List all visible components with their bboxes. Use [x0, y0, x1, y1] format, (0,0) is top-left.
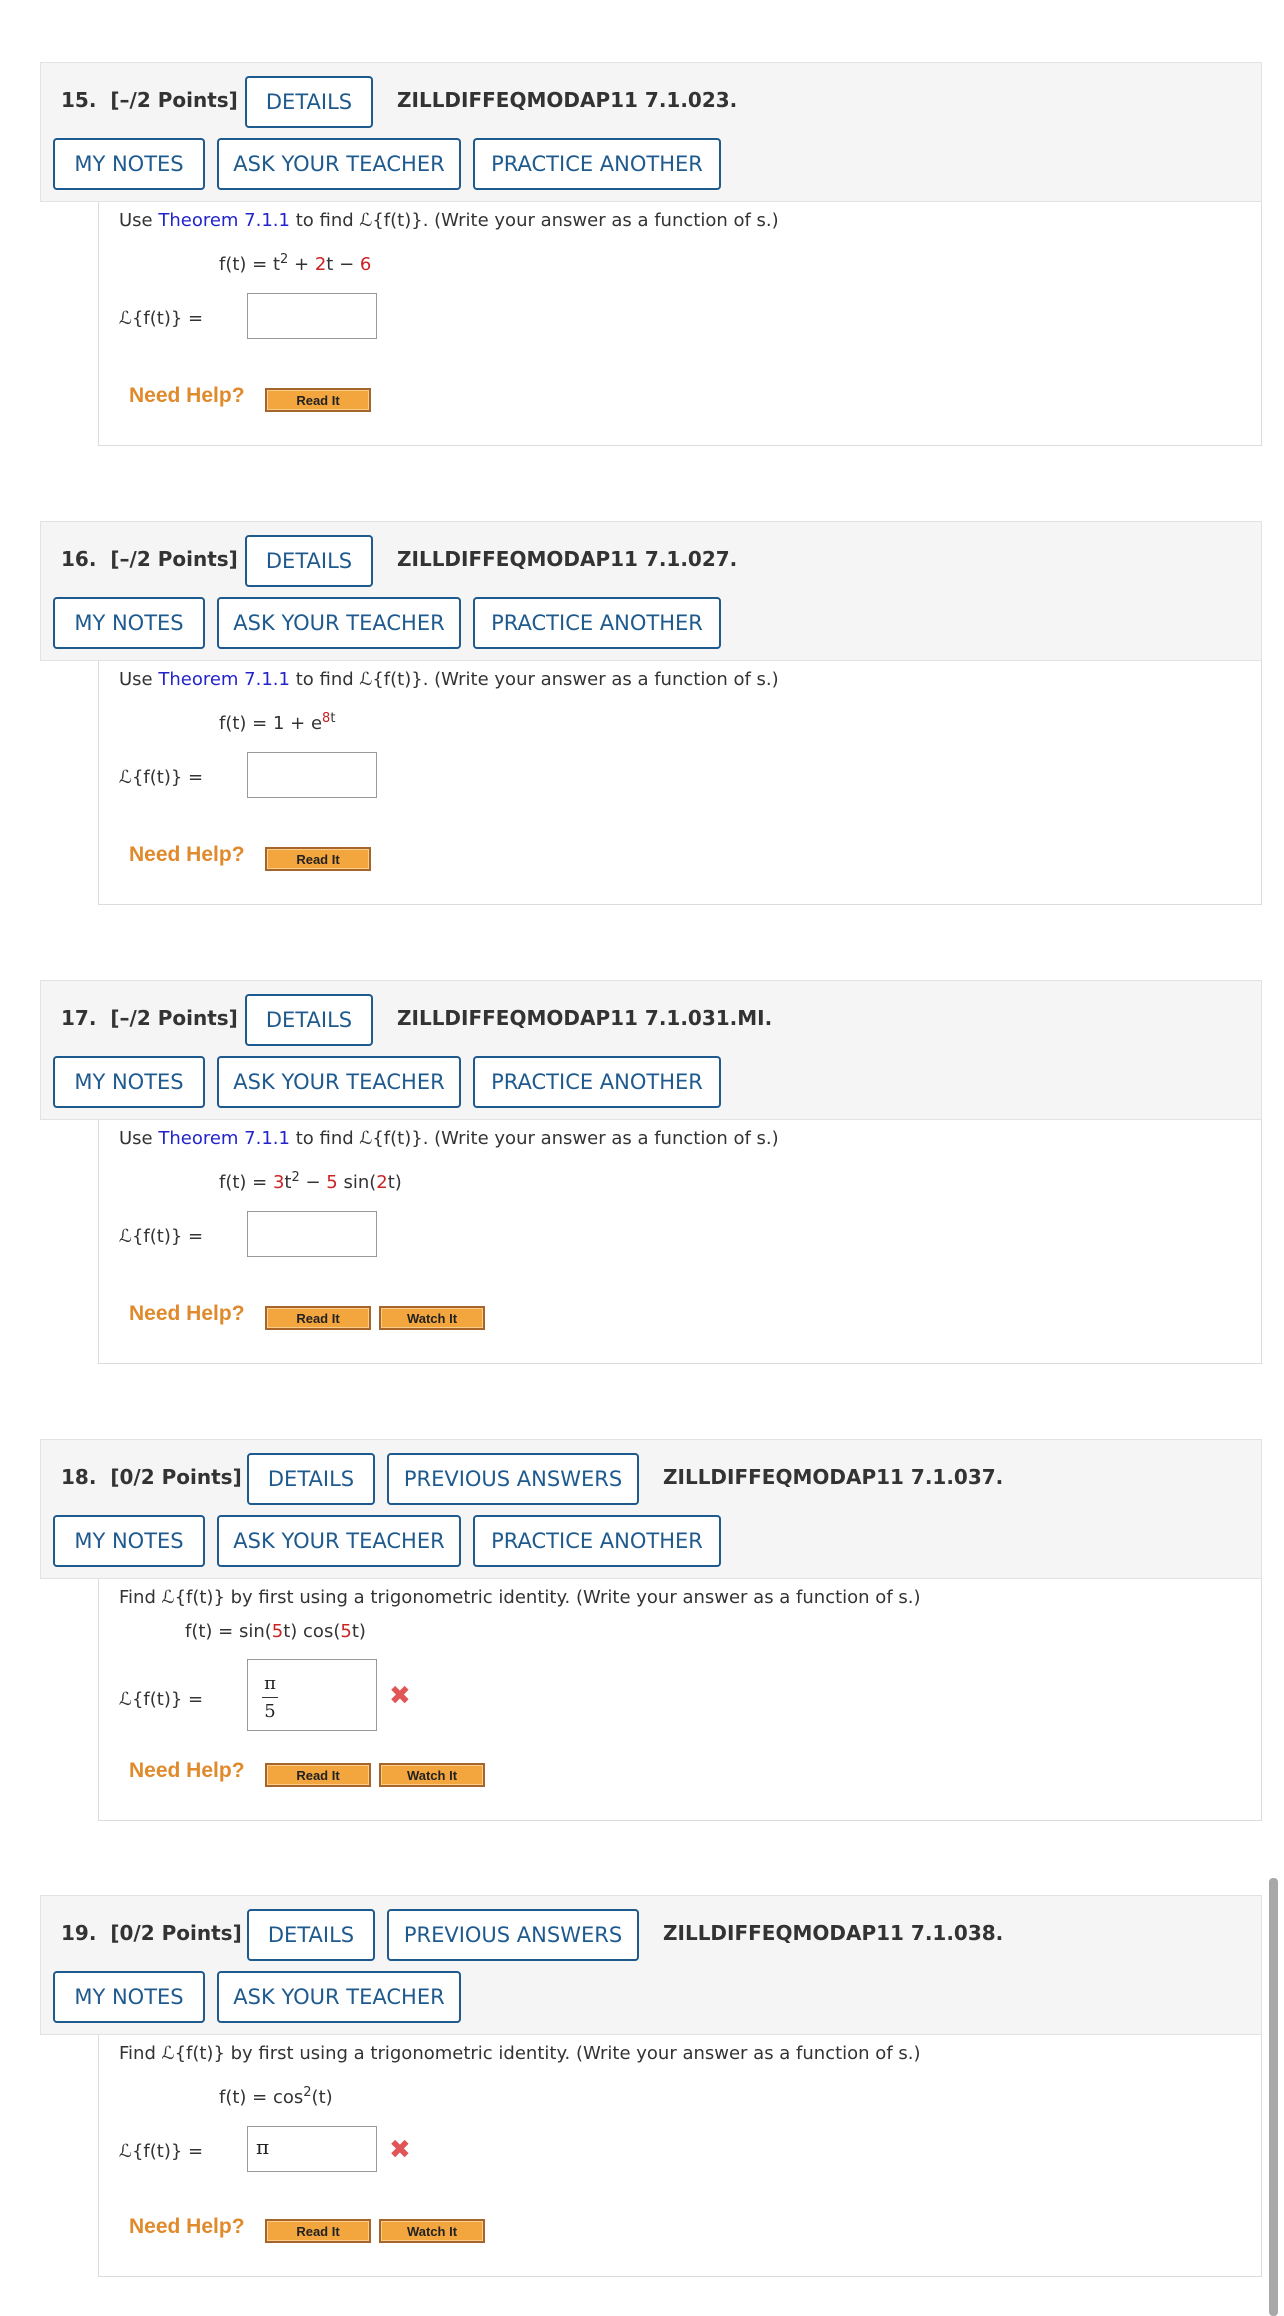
- incorrect-icon: ✖: [389, 1681, 411, 1711]
- answer-label: ℒ{f(t)} =: [119, 2141, 204, 2162]
- ask-teacher-button[interactable]: ASK YOUR TEACHER: [217, 1515, 461, 1567]
- scrollbar-thumb[interactable]: [1269, 1878, 1278, 2316]
- answer-input[interactable]: π 5: [247, 1659, 377, 1731]
- question-body: Find ℒ{f(t)} by first using a trigonomet…: [98, 2035, 1262, 2277]
- details-button[interactable]: DETAILS: [245, 535, 373, 587]
- question-prompt: Use Theorem 7.1.1 to find ℒ{f(t)}. (Writ…: [119, 210, 779, 231]
- read-it-button[interactable]: Read It: [265, 847, 371, 871]
- incorrect-icon: ✖: [389, 2135, 411, 2165]
- answer-input[interactable]: π: [247, 2126, 377, 2172]
- need-help-label: Need Help?: [129, 843, 245, 866]
- question-17: 17. [–/2 Points] DETAILS ZILLDIFFEQMODAP…: [40, 980, 1262, 1364]
- need-help-label: Need Help?: [129, 384, 245, 407]
- my-notes-button[interactable]: MY NOTES: [53, 1515, 205, 1567]
- function-formula: f(t) = 3t2 − 5 sin(2t): [219, 1170, 402, 1193]
- ask-teacher-button[interactable]: ASK YOUR TEACHER: [217, 1971, 461, 2023]
- ask-teacher-button[interactable]: ASK YOUR TEACHER: [217, 597, 461, 649]
- need-help-label: Need Help?: [129, 1759, 245, 1782]
- question-id: ZILLDIFFEQMODAP11 7.1.031.MI.: [397, 1006, 773, 1030]
- question-prompt: Use Theorem 7.1.1 to find ℒ{f(t)}. (Writ…: [119, 1128, 779, 1149]
- question-number: 18. [0/2 Points]: [61, 1465, 242, 1489]
- practice-another-button[interactable]: PRACTICE ANOTHER: [473, 597, 721, 649]
- read-it-button[interactable]: Read It: [265, 388, 371, 412]
- question-16: 16. [–/2 Points] DETAILS ZILLDIFFEQMODAP…: [40, 521, 1262, 905]
- read-it-button[interactable]: Read It: [265, 2219, 371, 2243]
- question-header: 18. [0/2 Points] DETAILS PREVIOUS ANSWER…: [40, 1439, 1262, 1579]
- details-button[interactable]: DETAILS: [247, 1909, 375, 1961]
- question-id: ZILLDIFFEQMODAP11 7.1.037.: [663, 1465, 1004, 1489]
- watch-it-button[interactable]: Watch It: [379, 2219, 485, 2243]
- question-prompt: Find ℒ{f(t)} by first using a trigonomet…: [119, 2043, 921, 2064]
- previous-answers-button[interactable]: PREVIOUS ANSWERS: [387, 1453, 639, 1505]
- my-notes-button[interactable]: MY NOTES: [53, 597, 205, 649]
- question-body: Use Theorem 7.1.1 to find ℒ{f(t)}. (Writ…: [98, 202, 1262, 446]
- theorem-link[interactable]: Theorem 7.1.1: [158, 1128, 290, 1149]
- question-19: 19. [0/2 Points] DETAILS PREVIOUS ANSWER…: [40, 1895, 1262, 2277]
- practice-another-button[interactable]: PRACTICE ANOTHER: [473, 138, 721, 190]
- read-it-button[interactable]: Read It: [265, 1306, 371, 1330]
- question-header: 17. [–/2 Points] DETAILS ZILLDIFFEQMODAP…: [40, 980, 1262, 1120]
- question-body: Use Theorem 7.1.1 to find ℒ{f(t)}. (Writ…: [98, 661, 1262, 905]
- watch-it-button[interactable]: Watch It: [379, 1763, 485, 1787]
- details-button[interactable]: DETAILS: [245, 994, 373, 1046]
- question-id: ZILLDIFFEQMODAP11 7.1.038.: [663, 1921, 1004, 1945]
- question-number: 17. [–/2 Points]: [61, 1006, 238, 1030]
- need-help-label: Need Help?: [129, 2215, 245, 2238]
- question-header: 19. [0/2 Points] DETAILS PREVIOUS ANSWER…: [40, 1895, 1262, 2035]
- function-formula: f(t) = 1 + e8t: [219, 711, 336, 734]
- theorem-link[interactable]: Theorem 7.1.1: [158, 669, 290, 690]
- details-button[interactable]: DETAILS: [247, 1453, 375, 1505]
- need-help-label: Need Help?: [129, 1302, 245, 1325]
- my-notes-button[interactable]: MY NOTES: [53, 1056, 205, 1108]
- previous-answers-button[interactable]: PREVIOUS ANSWERS: [387, 1909, 639, 1961]
- answer-label: ℒ{f(t)} =: [119, 308, 204, 329]
- question-number: 19. [0/2 Points]: [61, 1921, 242, 1945]
- question-body: Use Theorem 7.1.1 to find ℒ{f(t)}. (Writ…: [98, 1120, 1262, 1364]
- question-id: ZILLDIFFEQMODAP11 7.1.027.: [397, 547, 738, 571]
- practice-another-button[interactable]: PRACTICE ANOTHER: [473, 1515, 721, 1567]
- theorem-link[interactable]: Theorem 7.1.1: [158, 210, 290, 231]
- question-15: 15. [–/2 Points] DETAILS ZILLDIFFEQMODAP…: [40, 62, 1262, 446]
- question-number: 15. [–/2 Points]: [61, 88, 238, 112]
- answer-input[interactable]: [247, 1211, 377, 1257]
- answer-label: ℒ{f(t)} =: [119, 1226, 204, 1247]
- practice-another-button[interactable]: PRACTICE ANOTHER: [473, 1056, 721, 1108]
- watch-it-button[interactable]: Watch It: [379, 1306, 485, 1330]
- my-notes-button[interactable]: MY NOTES: [53, 1971, 205, 2023]
- details-button[interactable]: DETAILS: [245, 76, 373, 128]
- question-body: Find ℒ{f(t)} by first using a trigonomet…: [98, 1579, 1262, 1821]
- function-formula: f(t) = cos2(t): [219, 2085, 333, 2108]
- ask-teacher-button[interactable]: ASK YOUR TEACHER: [217, 138, 461, 190]
- my-notes-button[interactable]: MY NOTES: [53, 138, 205, 190]
- function-formula: f(t) = sin(5t) cos(5t): [185, 1621, 366, 1642]
- function-formula: f(t) = t2 + 2t − 6: [219, 252, 372, 275]
- answer-input[interactable]: [247, 752, 377, 798]
- question-id: ZILLDIFFEQMODAP11 7.1.023.: [397, 88, 738, 112]
- ask-teacher-button[interactable]: ASK YOUR TEACHER: [217, 1056, 461, 1108]
- read-it-button[interactable]: Read It: [265, 1763, 371, 1787]
- answer-input[interactable]: [247, 293, 377, 339]
- question-18: 18. [0/2 Points] DETAILS PREVIOUS ANSWER…: [40, 1439, 1262, 1821]
- answer-label: ℒ{f(t)} =: [119, 767, 204, 788]
- question-header: 15. [–/2 Points] DETAILS ZILLDIFFEQMODAP…: [40, 62, 1262, 202]
- answer-fraction: π 5: [262, 1673, 278, 1722]
- question-prompt: Find ℒ{f(t)} by first using a trigonomet…: [119, 1587, 921, 1608]
- question-prompt: Use Theorem 7.1.1 to find ℒ{f(t)}. (Writ…: [119, 669, 779, 690]
- question-header: 16. [–/2 Points] DETAILS ZILLDIFFEQMODAP…: [40, 521, 1262, 661]
- answer-label: ℒ{f(t)} =: [119, 1689, 204, 1710]
- question-number: 16. [–/2 Points]: [61, 547, 238, 571]
